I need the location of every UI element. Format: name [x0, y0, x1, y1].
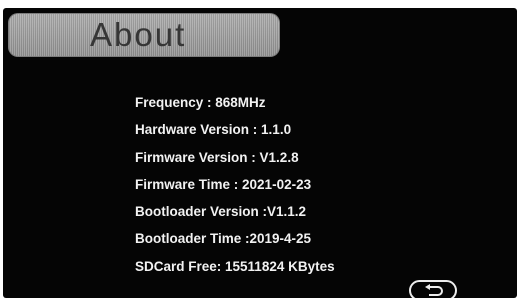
- title-tab: About: [8, 13, 280, 57]
- frequency-info: Frequency : 868MHz: [135, 95, 266, 110]
- device-screen: About Frequency : 868MHz Hardware Versio…: [0, 0, 525, 303]
- device-info-list: Frequency : 868MHz Hardware Version : 1.…: [135, 89, 335, 280]
- sdcard-free-info: SDCard Free: 15511824 KBytes: [135, 258, 335, 274]
- back-button[interactable]: [409, 280, 457, 298]
- firmware-version-info: Firmware Version : V1.2.8: [135, 149, 299, 165]
- about-panel: About Frequency : 868MHz Hardware Versio…: [3, 8, 517, 298]
- hardware-version-info: Hardware Version : 1.1.0: [135, 122, 292, 138]
- firmware-time-info: Firmware Time : 2021-02-23: [135, 176, 312, 192]
- return-arrow-icon: [425, 284, 443, 296]
- page-title: About: [90, 16, 187, 53]
- bootloader-time-info: Bootloader Time :2019-4-25: [135, 231, 312, 247]
- bootloader-version-info: Bootloader Version :V1.1.2: [135, 204, 307, 220]
